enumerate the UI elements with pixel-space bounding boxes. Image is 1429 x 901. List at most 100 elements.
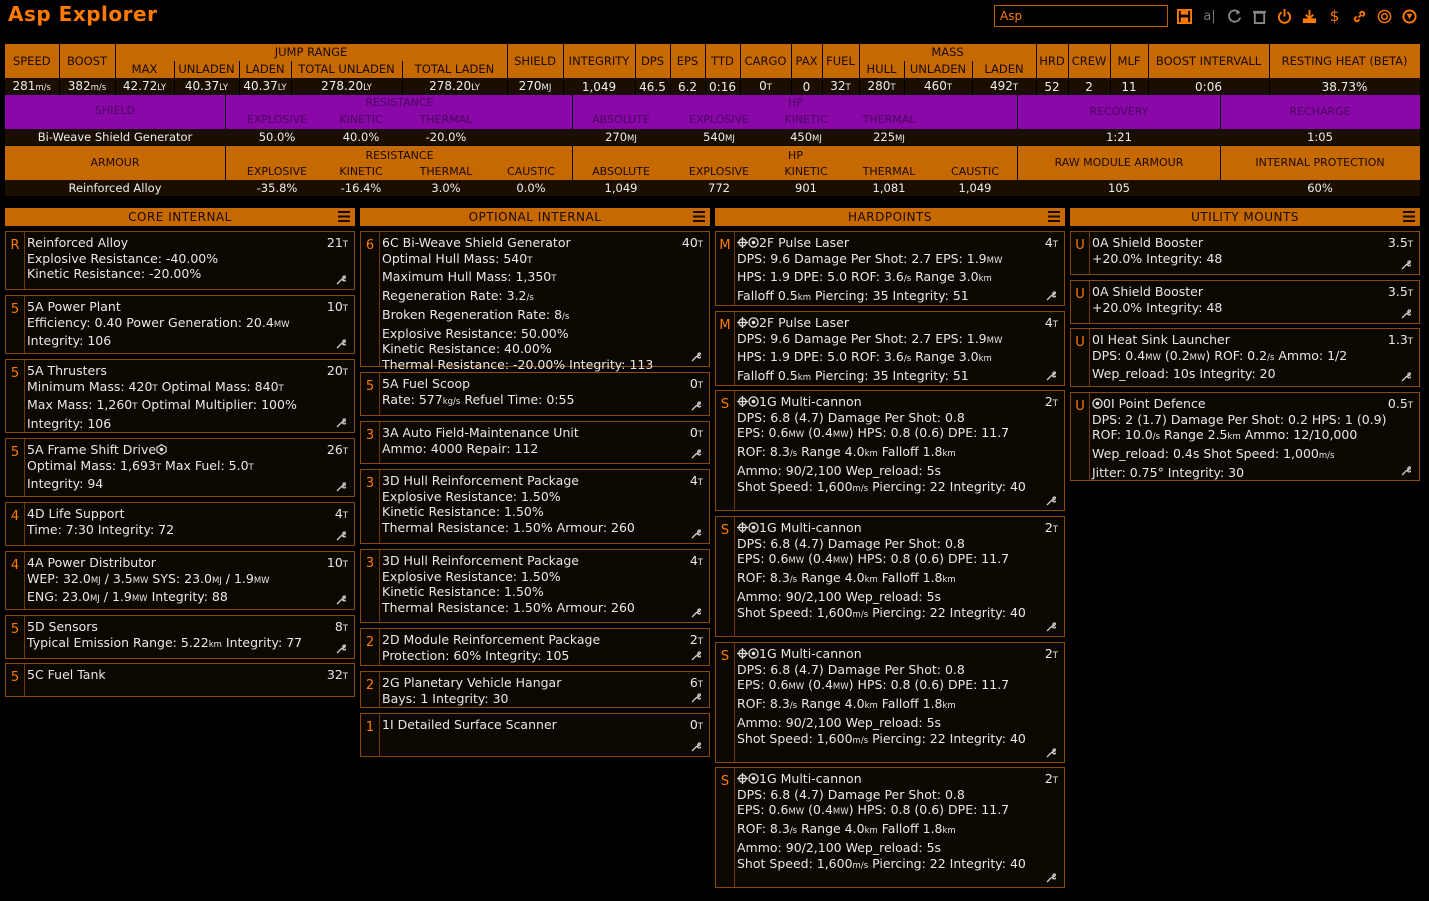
boost-value: 382m/s xyxy=(59,78,116,96)
slot-size: S xyxy=(716,768,735,887)
module-name: 3D Hull Reinforcement Package xyxy=(382,473,579,488)
wrench-icon[interactable] xyxy=(1046,371,1058,381)
delete-icon[interactable] xyxy=(1247,7,1272,25)
wrench-icon[interactable] xyxy=(691,693,703,703)
wrench-icon[interactable] xyxy=(1046,748,1058,758)
wrench-icon[interactable] xyxy=(1401,372,1413,382)
menu-icon[interactable] xyxy=(1048,211,1060,222)
module-slot[interactable]: M 4T 2F Pulse Laser DPS: 9.6 Damage Per Sho… xyxy=(715,231,1065,306)
wrench-icon[interactable] xyxy=(691,608,703,618)
module-slot[interactable]: U 3.5T 0A Shield Booster +20.0% Integrity: … xyxy=(1070,280,1420,324)
wrench-icon[interactable] xyxy=(1401,309,1413,319)
module-slot[interactable]: 5 8T 5D Sensors Typical Emission Range: 5.2… xyxy=(5,615,355,659)
module-stat: EPS: 0.6MW (0.4MW) HPS: 0.8 (0.6) DPE: 1… xyxy=(737,425,1010,441)
link-icon[interactable] xyxy=(1347,7,1372,25)
wrench-icon[interactable] xyxy=(691,352,703,362)
wrench-icon[interactable] xyxy=(691,449,703,459)
shield-header: SHIELD xyxy=(507,44,564,78)
shield-res-thermal-label: THERMAL xyxy=(419,113,473,126)
module-slot[interactable]: 5 32T 5C Fuel Tank xyxy=(5,663,355,697)
jr-total-unladen-value: 278.20LY xyxy=(291,78,403,96)
module-slot[interactable]: U 0.5T 0I Point Defence DPS: 2 (1.7) Damage… xyxy=(1070,392,1420,481)
wrench-icon[interactable] xyxy=(1046,873,1058,883)
module-slot[interactable]: 5 10T 5A Power Plant Efficiency: 0.40 Power… xyxy=(5,295,355,354)
wrench-icon[interactable] xyxy=(336,595,348,605)
gimballed-mount-icon xyxy=(737,771,759,786)
module-stat: Efficiency: 0.40 Power Generation: 20.4M… xyxy=(27,314,290,330)
module-name: 1G Multi-cannon xyxy=(737,646,1060,662)
module-slot[interactable]: S 2T 1G Multi-cannon DPS: 6.8 (4.7) Damage … xyxy=(715,390,1065,511)
module-slot[interactable]: 3 4T 3D Hull Reinforcement Package Explosiv… xyxy=(360,549,710,623)
module-slot[interactable]: 2 6T 2G Planetary Vehicle Hangar Bays: 1 In… xyxy=(360,671,710,708)
shield-recovery-label: RECOVERY xyxy=(1089,105,1149,118)
module-stat: Shot Speed: 1,600m/s Piercing: 22 Integr… xyxy=(737,730,1026,746)
module-slot[interactable]: U 3.5T 0A Shield Booster +20.0% Integrity: … xyxy=(1070,231,1420,275)
module-slot[interactable]: 4 10T 4A Power Distributor WEP: 32.0MJ / 3.… xyxy=(5,551,355,610)
cost-icon[interactable]: $ xyxy=(1322,7,1347,25)
wrench-icon[interactable] xyxy=(336,482,348,492)
wrench-icon[interactable] xyxy=(336,644,348,654)
armour-hp-caustic-label: CAUSTIC xyxy=(951,165,999,178)
module-slot[interactable]: 6 40T 6C Bi-Weave Shield Generator Optimal … xyxy=(360,231,710,372)
module-stat: Minimum Mass: 420T Optimal Mass: 840T xyxy=(27,378,284,394)
module-slot[interactable]: S 2T 1G Multi-cannon DPS: 6.8 (4.7) Damage … xyxy=(715,516,1065,637)
module-slot[interactable]: 2 2T 2D Module Reinforcement Package Protec… xyxy=(360,628,710,666)
gimballed-mount-icon xyxy=(737,646,759,661)
wrench-icon[interactable] xyxy=(336,275,348,285)
rename-icon[interactable]: a| xyxy=(1197,7,1222,25)
pax-value: 0 xyxy=(791,78,823,96)
edsy-icon[interactable] xyxy=(1397,7,1422,25)
save-icon[interactable] xyxy=(1172,7,1197,25)
module-slot[interactable]: 3 0T 3A Auto Field-Maintenance Unit Ammo: 4… xyxy=(360,421,710,464)
module-name: 1G Multi-cannon xyxy=(737,771,1060,787)
engineering-icon xyxy=(156,442,167,457)
module-stat: Ammo: 90/2,100 Wep_reload: 5s xyxy=(737,714,942,730)
slot-size: 6 xyxy=(361,232,380,366)
wrench-icon[interactable] xyxy=(336,531,348,541)
module-slot[interactable]: 3 4T 3D Hull Reinforcement Package Explosiv… xyxy=(360,469,710,544)
armour-res-kinetic: -16.4% xyxy=(340,181,382,195)
module-slot[interactable]: S 2T 1G Multi-cannon DPS: 6.8 (4.7) Damage … xyxy=(715,767,1065,888)
wrench-icon[interactable] xyxy=(1046,496,1058,506)
module-slot[interactable]: 5 26T 5A Frame Shift Drive Optimal Mass: 1,… xyxy=(5,438,355,497)
wrench-icon[interactable] xyxy=(336,339,348,349)
module-slot[interactable]: 5 0T 5A Fuel Scoop Rate: 577kg/s Refuel Tim… xyxy=(360,372,710,416)
module-name: 5D Sensors xyxy=(27,619,98,634)
module-name: 4D Life Support xyxy=(27,506,125,521)
wrench-icon[interactable] xyxy=(1046,291,1058,301)
module-slot[interactable]: M 4T 2F Pulse Laser DPS: 9.6 Damage Per Sho… xyxy=(715,311,1065,386)
module-slot[interactable]: 5 20T 5A Thrusters Minimum Mass: 420T Optim… xyxy=(5,359,355,433)
wrench-icon[interactable] xyxy=(691,651,703,661)
wrench-icon[interactable] xyxy=(336,418,348,428)
module-name: 1I Detailed Surface Scanner xyxy=(382,717,557,732)
jr-total-laden-header: TOTAL LADEN xyxy=(402,61,508,78)
coriolis-icon[interactable] xyxy=(1372,7,1397,25)
menu-icon[interactable] xyxy=(338,211,350,222)
wrench-icon[interactable] xyxy=(691,401,703,411)
module-name: 5A Fuel Scoop xyxy=(382,376,471,391)
wrench-icon[interactable] xyxy=(1401,466,1413,476)
armour-res-caustic-label: CAUSTIC xyxy=(507,165,555,178)
wrench-icon[interactable] xyxy=(1401,260,1413,270)
shield-res-kinetic-label: KINETIC xyxy=(339,113,383,126)
export-icon[interactable] xyxy=(1297,7,1322,25)
build-name-input[interactable] xyxy=(994,5,1168,27)
wrench-icon[interactable] xyxy=(1046,622,1058,632)
panel-header: OPTIONAL INTERNAL xyxy=(360,208,710,226)
module-slot[interactable]: U 1.3T 0I Heat Sink Launcher DPS: 0.4MW (0.… xyxy=(1070,328,1420,387)
power-icon[interactable] xyxy=(1272,7,1297,25)
panel-header: UTILITY MOUNTS xyxy=(1070,208,1420,226)
pax-header: PAX xyxy=(791,44,823,78)
slot-size: R xyxy=(6,232,25,289)
module-slot[interactable]: S 2T 1G Multi-cannon DPS: 6.8 (4.7) Damage … xyxy=(715,642,1065,763)
module-slot[interactable]: 1 0T 1I Detailed Surface Scanner xyxy=(360,713,710,757)
reload-icon[interactable] xyxy=(1222,7,1247,25)
mass-unladen-value: 460T xyxy=(904,78,973,96)
module-slot[interactable]: R 21T Reinforced Alloy Explosive Resistance… xyxy=(5,231,355,290)
wrench-icon[interactable] xyxy=(691,529,703,539)
menu-icon[interactable] xyxy=(1403,211,1415,222)
wrench-icon[interactable] xyxy=(691,742,703,752)
module-slot[interactable]: 4 4T 4D Life Support Time: 7:30 Integrity: … xyxy=(5,502,355,546)
menu-icon[interactable] xyxy=(693,211,705,222)
slot-size: 4 xyxy=(6,552,25,609)
